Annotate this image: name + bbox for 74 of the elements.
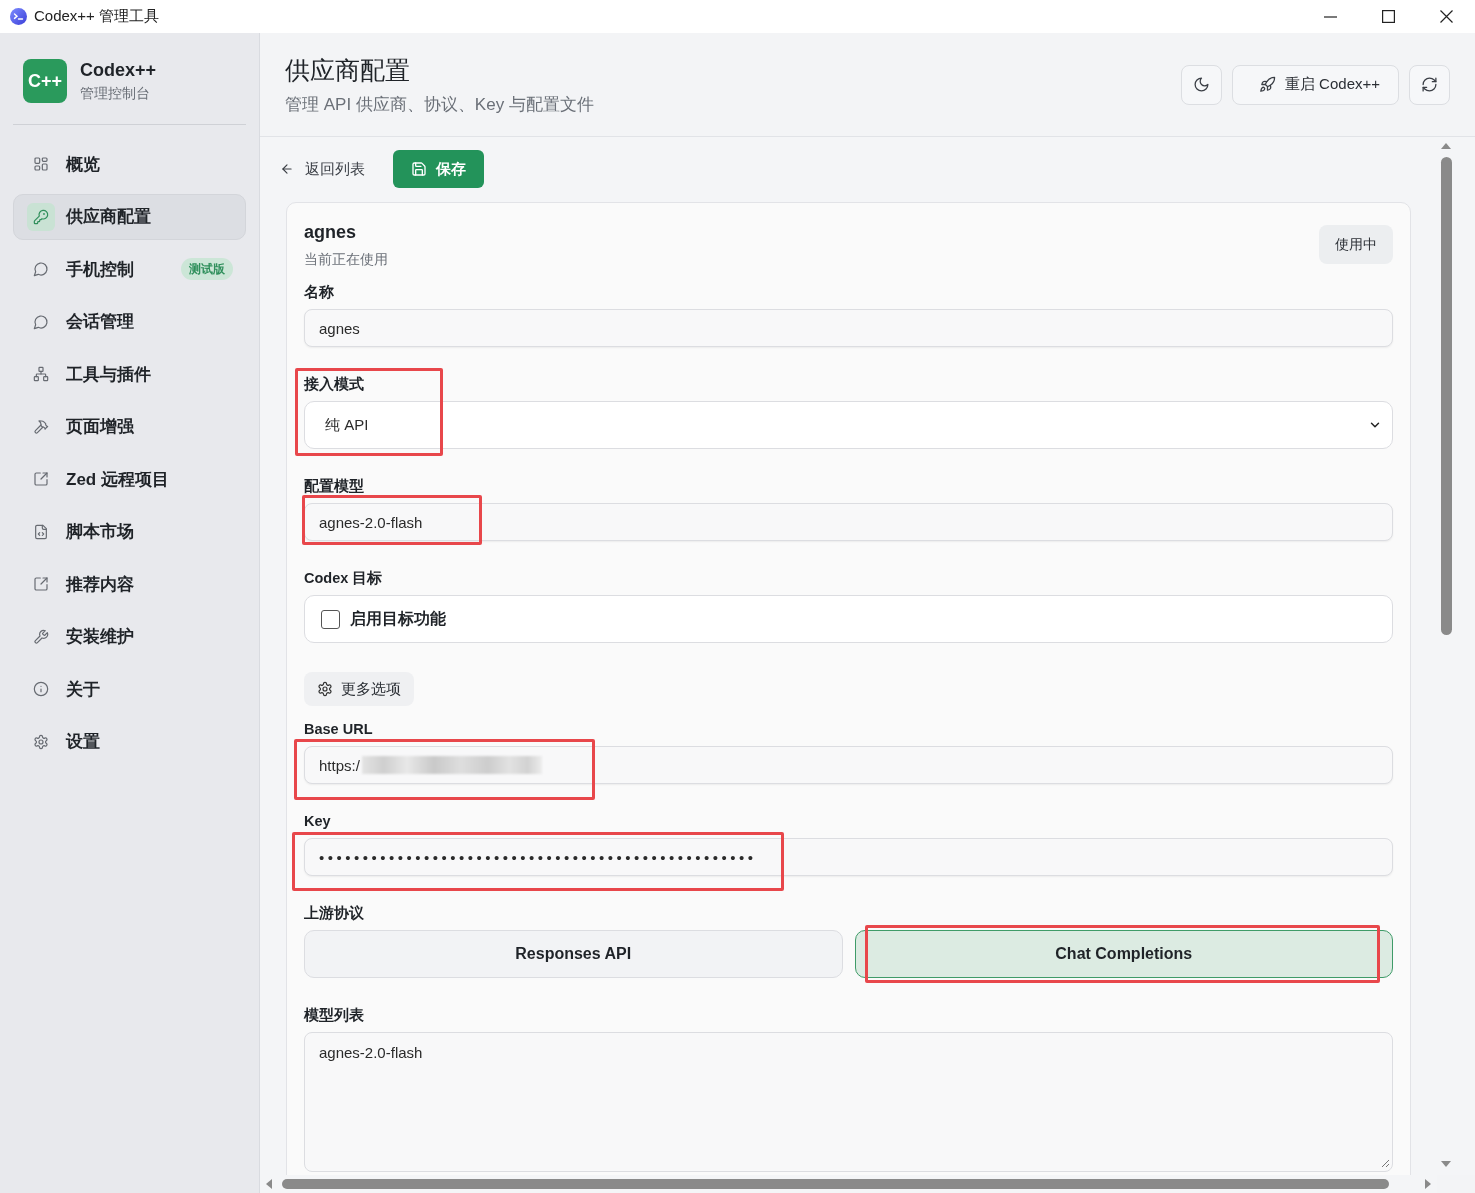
beta-badge: 测试版 [181,258,233,280]
field-label: Codex 目标 [304,570,384,587]
nav-item[interactable]: 供应商配置 [13,193,246,240]
text-field[interactable]: agnes [304,309,1393,347]
password-field[interactable]: •••••••••••••••••••••••••••••••••••••••••••••••••• [304,838,1393,876]
page-subtitle: 管理 API 供应商、协议、Key 与配置文件 [285,93,595,116]
resize-grip-icon[interactable] [1381,1159,1389,1167]
chat-bubble-icon [33,313,49,330]
restart-button[interactable]: 重启 Codex++ [1231,64,1399,105]
rocket-icon [1258,76,1276,93]
select-field[interactable]: 纯 API [304,401,1393,449]
field-label: 配置模型 [304,478,365,495]
field-label: Key [304,813,332,830]
field-label: Base URL [304,721,374,738]
code-file-icon [33,523,49,540]
close-icon[interactable] [1439,10,1453,23]
grid-icon [33,156,49,172]
text-field[interactable]: https:/ [304,746,1393,784]
wrench-icon [33,628,49,645]
protocol-option[interactable]: Responses API [304,930,843,978]
scroll-up-icon[interactable] [1441,143,1451,149]
theme-toggle-button[interactable] [1180,64,1222,105]
textarea-field[interactable]: agnes-2.0-flash [304,1032,1393,1172]
save-icon [411,161,427,177]
external-link-icon [33,576,49,592]
nav-item[interactable]: 页面增强 [13,403,246,450]
provider-status: 当前正在使用 [304,250,388,269]
checkbox[interactable] [321,609,340,629]
external-link-icon [33,471,49,487]
refresh-button[interactable] [1409,64,1450,105]
checkbox-label[interactable]: 启用目标功能 [350,608,446,630]
brand-name: Codex++ [80,59,157,81]
nav-item[interactable]: 会话管理 [13,298,246,345]
scroll-right-icon[interactable] [1425,1179,1431,1189]
nav-item[interactable]: 脚本市场 [13,508,246,555]
field-label: 上游协议 [304,905,365,922]
scroll-left-icon[interactable] [266,1179,272,1189]
maximize-icon[interactable] [1381,10,1395,23]
nav-item[interactable]: 推荐内容 [13,561,246,607]
nav-item[interactable]: 概览 [13,141,246,187]
protocol-option[interactable]: Chat Completions [854,930,1393,978]
field-label: 模型列表 [304,1007,365,1024]
window-title: Codex++ 管理工具 [34,7,160,26]
scrollbar-thumb[interactable] [1440,157,1452,635]
nav-item[interactable]: Zed 远程项目 [13,456,246,502]
nav-item[interactable]: 关于 [13,666,246,712]
refresh-icon [1421,76,1438,93]
key-icon [27,202,55,231]
status-badge: 使用中 [1319,225,1393,264]
nav-item[interactable]: 安装维护 [13,613,246,660]
chat-bubble-icon [33,261,49,277]
provider-name: agnes [304,221,358,243]
field-label: 名称 [304,284,335,301]
page-title: 供应商配置 [285,54,411,86]
scroll-down-icon[interactable] [1441,1161,1451,1167]
app-logo: C++ [23,59,67,103]
minimize-icon[interactable] [1323,15,1337,18]
hierarchy-icon [33,366,49,382]
hammer-icon [33,418,49,435]
nav-item[interactable]: 工具与插件 [13,351,246,397]
nav-item[interactable]: 手机控制 测试版 [13,246,246,292]
app-icon [10,8,27,25]
back-button[interactable]: 返回列表 [280,159,365,179]
field-label: 接入模式 [304,376,365,393]
settings-icon [317,681,333,697]
info-icon [33,681,49,697]
moon-icon [1192,76,1210,93]
brand-subtitle: 管理控制台 [80,84,151,103]
scrollbar-thumb[interactable] [282,1179,1389,1189]
settings-icon [33,733,49,750]
text-field[interactable]: agnes-2.0-flash [304,503,1393,541]
save-button[interactable]: 保存 [393,150,484,188]
more-options-button[interactable]: 更多选项 [304,672,414,706]
nav-item[interactable]: 设置 [13,718,246,765]
